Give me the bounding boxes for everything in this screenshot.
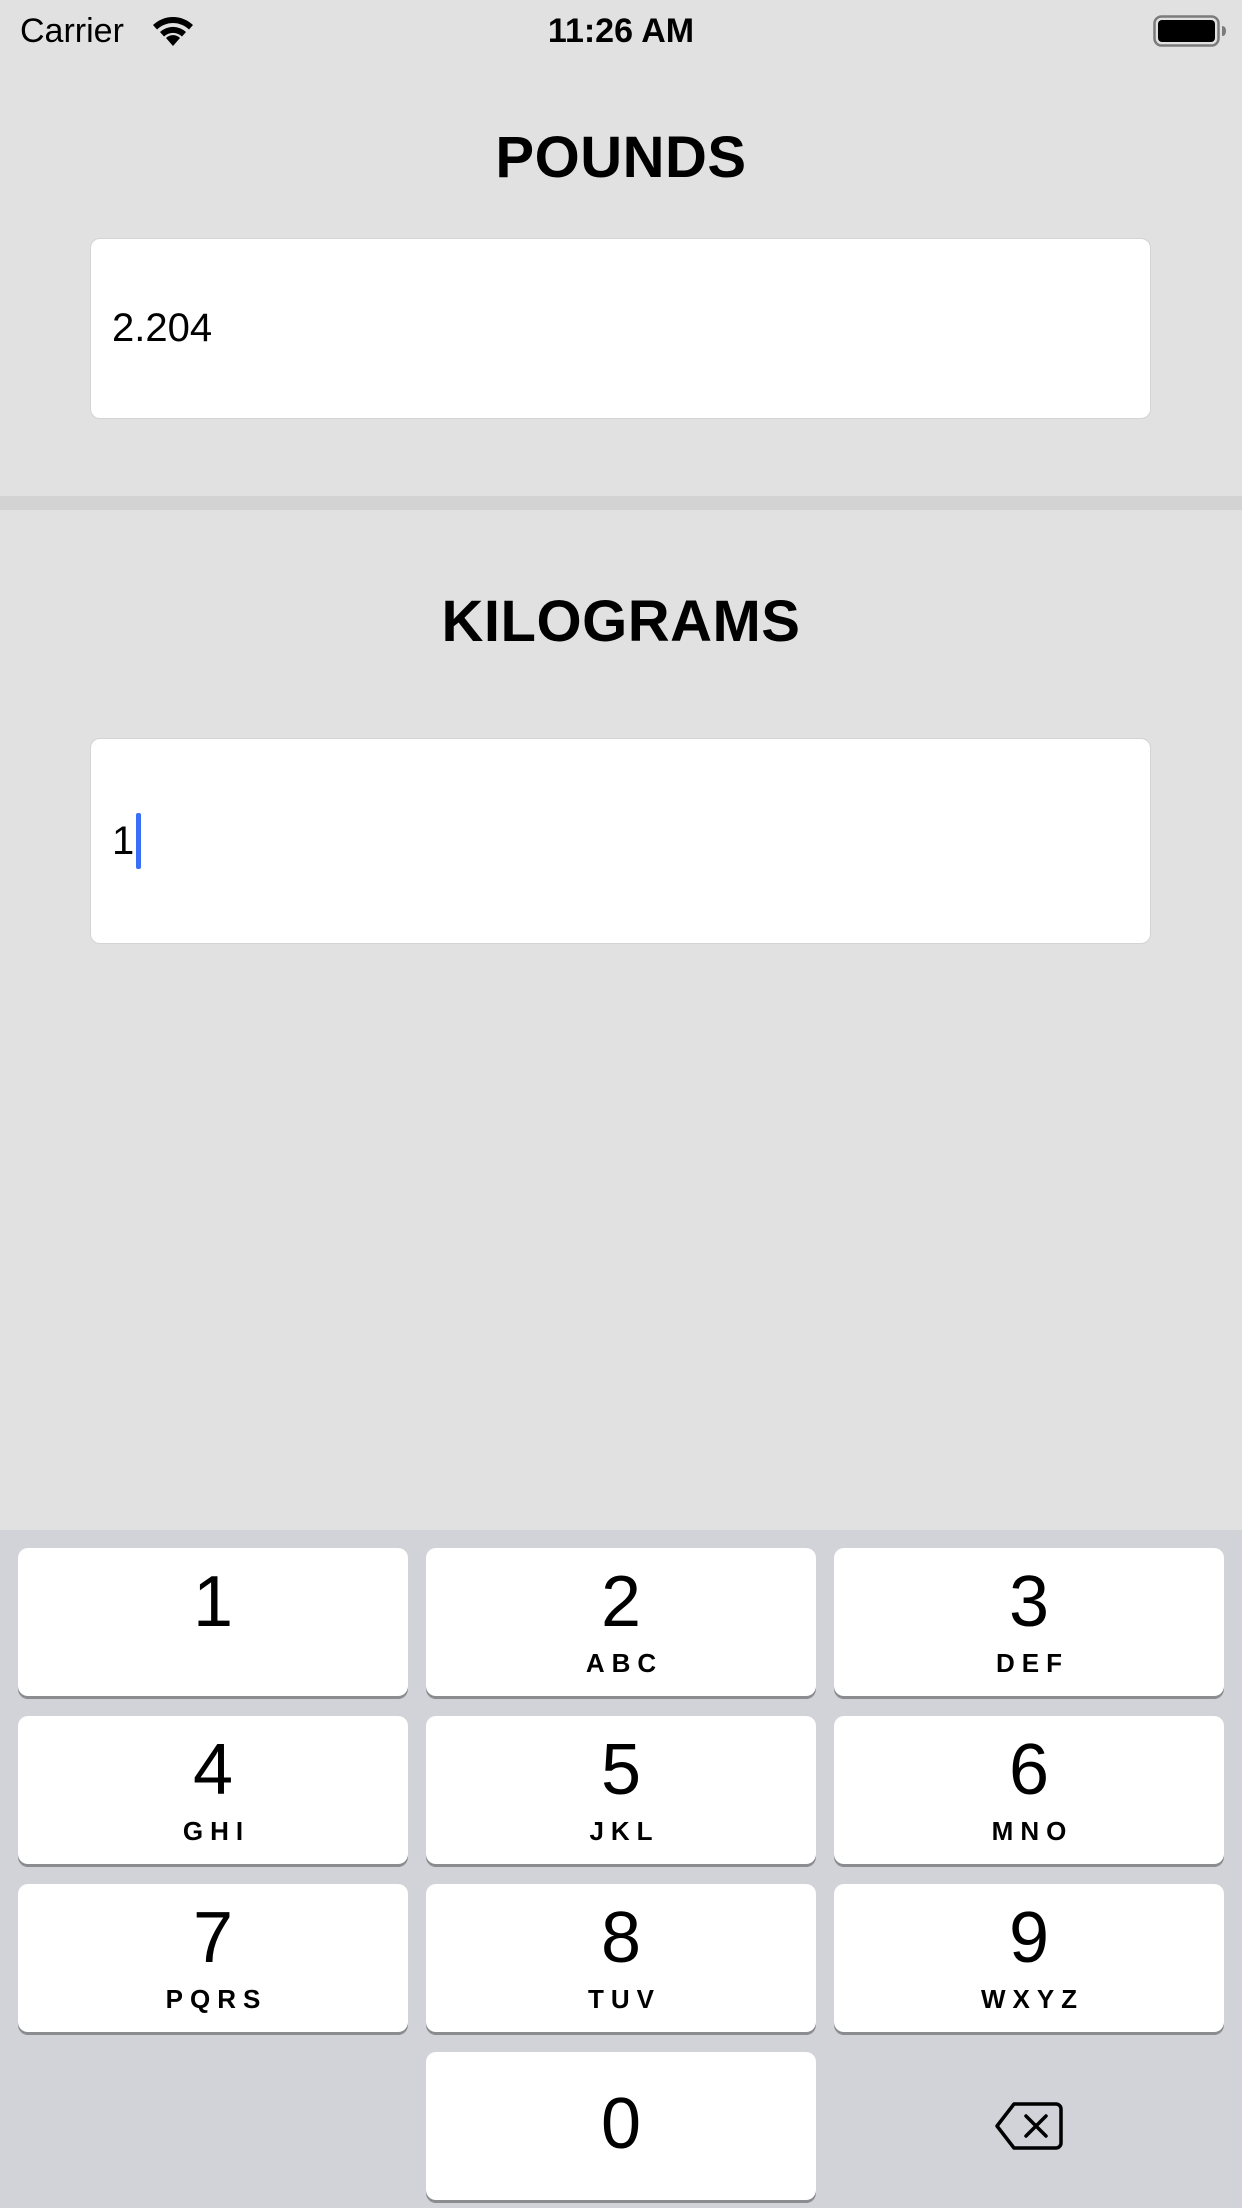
key-letters: TUV <box>588 1984 661 2014</box>
key-1[interactable]: 1 <box>18 1548 408 1696</box>
key-letters: PQRS <box>165 1984 268 2014</box>
key-digit: 4 <box>192 1730 234 1810</box>
key-5[interactable]: 5 JKL <box>426 1716 816 1864</box>
backspace-icon <box>995 2102 1063 2150</box>
key-digit: 1 <box>192 1562 234 1642</box>
status-bar: Carrier 11:26 AM <box>0 0 1242 62</box>
key-9[interactable]: 9 WXYZ <box>834 1884 1224 2032</box>
kilograms-input[interactable]: 1 <box>90 738 1151 944</box>
section-divider <box>0 496 1242 510</box>
pounds-value: 2.204 <box>112 306 213 350</box>
key-digit: 5 <box>600 1730 642 1810</box>
key-2[interactable]: 2 ABC <box>426 1548 816 1696</box>
key-letters: JKL <box>589 1816 660 1846</box>
kilograms-title: KILOGRAMS <box>441 589 801 654</box>
key-digit: 2 <box>600 1562 642 1642</box>
delete-key[interactable] <box>834 2052 1224 2200</box>
pounds-input[interactable]: 2.204 <box>90 238 1151 419</box>
key-digit: 7 <box>192 1898 234 1978</box>
key-letters: GHI <box>182 1816 251 1846</box>
key-4[interactable]: 4 GHI <box>18 1716 408 1864</box>
key-digit: 8 <box>600 1898 642 1978</box>
key-digit: 3 <box>1008 1562 1050 1642</box>
key-7[interactable]: 7 PQRS <box>18 1884 408 2032</box>
key-6[interactable]: 6 MNO <box>834 1716 1224 1864</box>
kilograms-value: 1 <box>112 818 135 863</box>
key-digit: 0 <box>600 2084 642 2164</box>
key-letters: WXYZ <box>980 1984 1085 2014</box>
battery-icon <box>1153 15 1226 47</box>
key-letters: DEF <box>996 1648 1069 1678</box>
pounds-title: POUNDS <box>495 125 747 190</box>
key-0[interactable]: 0 <box>426 2052 816 2200</box>
text-cursor <box>136 813 142 869</box>
clock: 11:26 AM <box>547 12 695 50</box>
key-letters: ABC <box>585 1648 664 1678</box>
key-3[interactable]: 3 DEF <box>834 1548 1224 1696</box>
key-digit: 9 <box>1008 1898 1050 1978</box>
key-letters: MNO <box>991 1816 1074 1846</box>
key-8[interactable]: 8 TUV <box>426 1884 816 2032</box>
key-digit: 6 <box>1008 1730 1050 1810</box>
